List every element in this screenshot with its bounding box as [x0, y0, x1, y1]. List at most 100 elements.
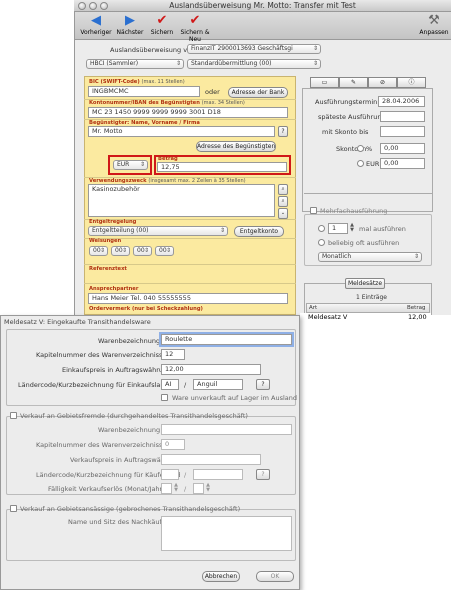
right-tabs: ▭ ✎ ⊘ ⓘ [310, 77, 426, 88]
hbci-select[interactable]: HBCI (Sammler) [86, 59, 184, 69]
close-window-button[interactable] [78, 2, 86, 10]
skonto-percent-input[interactable]: 0,00 [380, 143, 425, 154]
sheet-title: Meldesatz V: Eingekaufte Transithandelsw… [4, 318, 151, 326]
multi-exec-label: Mehrfachausführung [320, 207, 388, 215]
beneficiary-help-button[interactable]: ? [278, 126, 288, 137]
country-name-input[interactable]: Anguil [193, 379, 243, 390]
s2-due-year-stepper[interactable]: ▲ ▼ [205, 483, 211, 493]
bic-input[interactable]: INGBMCMC [88, 86, 200, 97]
s3-name-input[interactable] [161, 516, 292, 551]
account-select[interactable]: FinanzIT 2900013693 Geschäftsgi [187, 44, 321, 54]
skonto-eur-input[interactable]: 0,00 [380, 158, 425, 169]
row-type: Meldesatz V [308, 313, 348, 321]
skonto-percent-radio[interactable] [357, 145, 364, 152]
fee-account-button[interactable]: Entgeltkonto [234, 226, 284, 237]
tab-meldesaetze[interactable]: Meldesätze [345, 278, 385, 289]
currency-select[interactable]: EUR [113, 160, 148, 170]
arrow-left-icon: ◀ [91, 13, 101, 28]
stock-checkbox[interactable] [161, 394, 168, 401]
purpose-search-button[interactable]: ⌕ [278, 184, 288, 195]
exec-date-label: Ausführungstermin [315, 98, 378, 106]
anytime-label: beliebig oft ausführen [328, 239, 400, 247]
iban-input[interactable]: MC 23 1450 9999 9999 9999 3001 D18 [88, 107, 288, 118]
ok-button[interactable]: OK [256, 571, 294, 582]
s2-country-code-input[interactable] [161, 469, 179, 480]
s2-country-name-input[interactable] [193, 469, 243, 480]
transfer-type-select[interactable]: Standardübermittlung (00) [187, 59, 321, 69]
purpose-input[interactable]: Kasinozubehör [88, 184, 275, 217]
beneficiary-input[interactable]: Mr. Motto [88, 126, 275, 137]
purpose-search-button-2[interactable]: ⌕ [278, 196, 288, 207]
save-new-button[interactable]: ✔ Sichern & Neu [175, 13, 215, 43]
skonto-until-input[interactable] [380, 126, 425, 137]
resale-domestic-checkbox[interactable] [10, 505, 17, 512]
slash-label: / [184, 381, 187, 389]
zoom-window-button[interactable] [100, 2, 108, 10]
arrow-right-icon: ▶ [125, 13, 135, 28]
cancel-button[interactable]: Abbrechen [202, 571, 240, 582]
instruction-select-4[interactable]: 00 [155, 246, 174, 256]
entries-count: 1 Einträge [356, 294, 387, 301]
amount-input[interactable]: 12,75 [157, 162, 287, 172]
minimize-window-button[interactable] [89, 2, 97, 10]
times-radio[interactable] [318, 225, 325, 232]
or-label: oder [205, 88, 220, 96]
instruction-select-3[interactable]: 00 [133, 246, 152, 256]
latest-exec-input[interactable] [380, 111, 425, 122]
multi-exec-checkbox[interactable] [310, 207, 317, 214]
times-input[interactable]: 1 [328, 223, 348, 234]
fee-select[interactable]: Entgeltteilung (00) [88, 226, 228, 236]
previous-button[interactable]: ◀ Vorheriger [80, 13, 112, 36]
transfer-from-label: Auslandsüberweisung von [110, 46, 196, 54]
s2-country-lookup-button[interactable]: ? [256, 469, 270, 480]
price-input[interactable]: 12,00 [161, 364, 261, 375]
instruction-select-2[interactable]: 00 [111, 246, 130, 256]
s2-due-month-stepper[interactable]: ▲ ▼ [173, 483, 179, 493]
col-art[interactable]: Art [309, 305, 317, 311]
checkmark-new-icon: ✔ [189, 13, 201, 28]
customize-button[interactable]: ⚒ Anpassen [419, 13, 449, 36]
country-label: Ländercode/Kurzbezeichnung für Einkaufsl… [18, 381, 169, 389]
resale-domestic-label: Verkauf an Gebietsansässige (gebrochenes… [20, 505, 241, 513]
tab-edit[interactable]: ✎ [339, 77, 368, 88]
col-betrag[interactable]: Betrag [407, 305, 425, 311]
s2-due-slash-label: / [184, 485, 187, 493]
purpose-expand-button[interactable]: ⌄ [278, 208, 288, 219]
s2-goods-input[interactable] [161, 424, 292, 435]
save-button[interactable]: ✔ Sichern [149, 13, 175, 36]
bic-label: BIC (SWIFT-Code) (max. 11 Stellen) [89, 79, 185, 85]
times-stepper[interactable]: ▲ ▼ [349, 223, 355, 233]
meldesaetze-header: Art Betrag [306, 303, 430, 313]
resale-foreign-checkbox[interactable] [10, 412, 17, 419]
contact-input[interactable]: Hans Meier Tel. 040 55555555 [88, 293, 288, 304]
s2-due-month-input[interactable] [161, 483, 172, 494]
s2-price-input[interactable] [161, 454, 261, 465]
chevron-down-icon: ⌄ [280, 210, 286, 216]
chapter-input[interactable]: 12 [161, 349, 185, 360]
tab-info[interactable]: ⓘ [397, 77, 426, 88]
table-row[interactable]: Meldesatz V 12,00 [300, 313, 431, 322]
country-code-input[interactable]: AI [161, 379, 179, 390]
chapter-label: Kapitelnummer des Warenverzeichnisses [36, 351, 170, 359]
beneficiary-address-button[interactable]: Adresse des Begünstigten [196, 141, 276, 152]
anytime-radio[interactable] [318, 239, 325, 246]
percent-label: % [366, 145, 373, 153]
interval-select[interactable]: Monatlich [318, 252, 422, 262]
exec-date-input[interactable]: 28.04.2006 [378, 96, 425, 107]
instruction-select-1[interactable]: 00 [89, 246, 108, 256]
title-bar: Auslandsüberweisung Mr. Motto: Transfer … [74, 0, 451, 12]
skonto-eur-radio[interactable] [357, 160, 364, 167]
stock-label: Ware unverkauft auf Lager im Ausland [172, 394, 298, 402]
eur-label: EUR [366, 160, 380, 168]
s2-chapter-input[interactable]: 0 [161, 439, 185, 450]
next-button[interactable]: ▶ Nächster [114, 13, 146, 36]
tab-categories[interactable]: ⊘ [368, 77, 397, 88]
s2-goods-label: Warenbezeichnung [98, 426, 161, 434]
contact-label: Ansprechpartner [89, 286, 139, 292]
country-lookup-button[interactable]: ? [256, 379, 270, 390]
tab-transfer[interactable]: ▭ [310, 77, 339, 88]
goods-input[interactable]: Roulette [161, 334, 292, 345]
order-note-label: Ordervermerk (nur bei Scheckzahlung) [89, 306, 203, 312]
bank-address-button[interactable]: Adresse der Bank [228, 87, 288, 98]
s2-due-year-input[interactable] [193, 483, 204, 494]
